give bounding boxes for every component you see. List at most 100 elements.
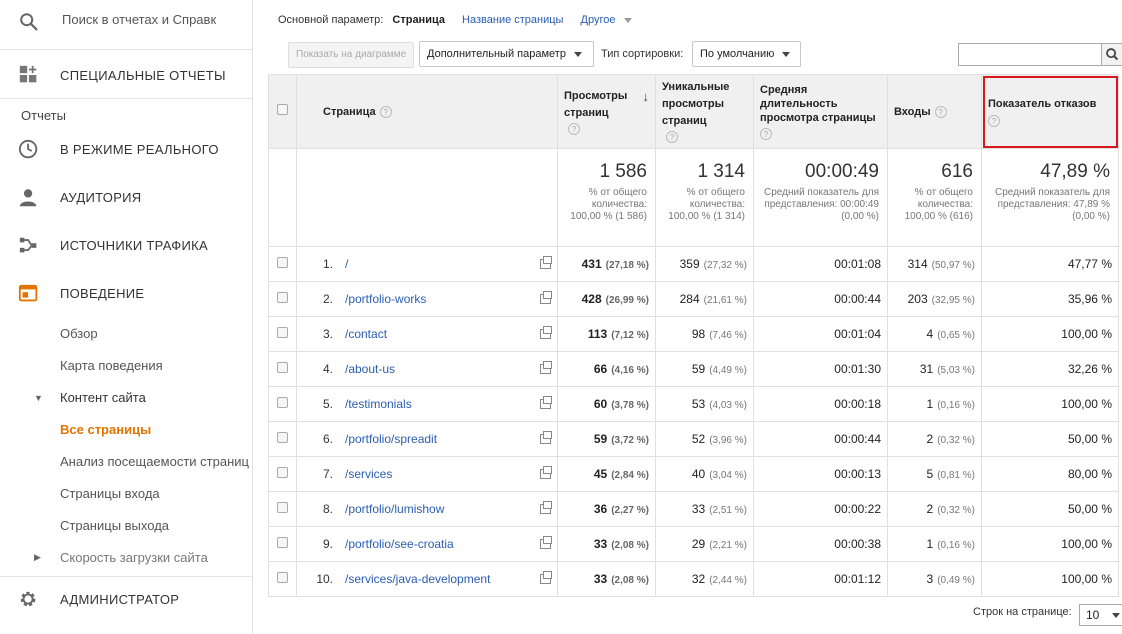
sidebar-sub-behavior-flow[interactable]: Карта поведения [60, 358, 163, 373]
header-avg-time[interactable]: Средняя длительность просмотра страницы? [753, 74, 888, 149]
rows-per-page-label: Строк на странице: [973, 606, 1072, 618]
row-checkbox[interactable] [277, 467, 288, 478]
bounce-value: 32,26 % [1067, 362, 1112, 376]
page-link[interactable]: /services [345, 467, 392, 481]
sidebar-search-input[interactable]: Поиск в отчетах и Справк [62, 12, 248, 27]
open-page-icon[interactable] [540, 431, 552, 444]
page-link[interactable]: /contact [345, 327, 387, 341]
table-search-button[interactable] [1102, 43, 1122, 66]
secondary-dimension-dropdown[interactable]: Дополнительный параметр [419, 41, 594, 67]
open-page-icon[interactable] [540, 571, 552, 584]
row-checkbox[interactable] [277, 397, 288, 408]
sidebar-search[interactable]: Поиск в отчетах и Справк [0, 0, 253, 50]
entrances-cell: 4 (0,65 %) [887, 316, 982, 352]
help-icon[interactable]: ? [988, 114, 1000, 127]
header-avg-time-label: Средняя длительность просмотра страницы [760, 84, 876, 124]
open-page-icon[interactable] [540, 501, 552, 514]
row-select-cell[interactable] [268, 421, 297, 457]
entrances-pct: (0,81 %) [937, 470, 975, 481]
page-link[interactable]: /testimonials [345, 397, 412, 411]
row-checkbox[interactable] [277, 257, 288, 268]
unique-cell: 359 (27,32 %) [655, 246, 754, 282]
row-select-cell[interactable] [268, 316, 297, 352]
help-icon[interactable]: ? [379, 105, 392, 118]
page-link[interactable]: /services/java-development [345, 572, 490, 586]
totals-empty [296, 148, 558, 247]
row-select-cell[interactable] [268, 351, 297, 387]
page-link[interactable]: /about-us [345, 362, 395, 376]
dimension-page-title-link[interactable]: Название страницы [462, 14, 563, 26]
header-unique-pageviews[interactable]: Уникальные просмотры страниц? [655, 74, 754, 149]
sidebar-sub-all-pages[interactable]: Все страницы [60, 422, 151, 437]
row-select-cell[interactable] [268, 281, 297, 317]
sidebar-sub-exit-pages[interactable]: Страницы выхода [60, 518, 169, 533]
open-page-icon[interactable] [540, 291, 552, 304]
sidebar-item-realtime[interactable]: В РЕЖИМЕ РЕАЛЬНОГО [0, 130, 253, 170]
row-checkbox[interactable] [277, 502, 288, 513]
row-select-cell[interactable] [268, 491, 297, 527]
row-select-cell[interactable] [268, 561, 297, 597]
help-icon[interactable]: ? [934, 105, 947, 118]
row-select-cell[interactable] [268, 526, 297, 562]
sidebar-sub-overview[interactable]: Обзор [60, 326, 98, 341]
entrances-pct: (0,32 %) [937, 505, 975, 516]
totals-note: Средний показатель для представления: 47… [995, 187, 1110, 222]
dimension-other-dropdown[interactable]: Другое [581, 14, 639, 26]
table-row: 10./services/java-development 33 (2,08 %) 3… [268, 561, 1119, 597]
row-checkbox[interactable] [277, 292, 288, 303]
entrances-pct: (0,65 %) [937, 330, 975, 341]
page-link[interactable]: /portfolio/spreadit [345, 432, 437, 446]
avg-time-cell: 00:00:44 [753, 281, 888, 317]
sort-type-dropdown[interactable]: По умолчанию [692, 41, 801, 67]
page-link[interactable]: /portfolio/see-croatia [345, 537, 454, 551]
open-page-icon[interactable] [540, 396, 552, 409]
sidebar-sub-landing-pages[interactable]: Страницы входа [60, 486, 160, 501]
entrances-value: 1 [926, 397, 934, 411]
rows-per-page-select[interactable]: 10 [1079, 604, 1122, 626]
header-bounce-rate[interactable]: Показатель отказов? [981, 74, 1119, 149]
plot-rows-button[interactable]: Показать на диаграмме [288, 42, 414, 68]
open-page-icon[interactable] [540, 466, 552, 479]
select-all-cell[interactable] [268, 74, 297, 149]
row-checkbox[interactable] [277, 432, 288, 443]
page-link[interactable]: /portfolio/lumishow [345, 502, 444, 516]
page-cell: 4. /about-us [296, 351, 558, 387]
unique-pct: (2,51 %) [709, 505, 747, 516]
sidebar-item-audience[interactable]: АУДИТОРИЯ [0, 178, 253, 218]
row-checkbox[interactable] [277, 537, 288, 548]
header-page[interactable]: Страница? [296, 74, 558, 149]
open-page-icon[interactable] [540, 326, 552, 339]
sidebar-sub-content-drilldown[interactable]: Анализ посещаемости страниц [60, 454, 252, 469]
open-page-icon[interactable] [540, 536, 552, 549]
select-all-checkbox[interactable] [277, 104, 288, 115]
page-link[interactable]: /portfolio-works [345, 292, 426, 306]
page-link[interactable]: / [345, 257, 348, 271]
sidebar-item-special-reports[interactable]: СПЕЦИАЛЬНЫЕ ОТЧЕТЫ [0, 51, 253, 99]
row-select-cell[interactable] [268, 456, 297, 492]
person-icon [19, 189, 37, 207]
sidebar-item-label: ПОВЕДЕНИЕ [60, 286, 145, 301]
bounce-cell: 50,00 % [981, 421, 1119, 457]
sidebar-sub-site-speed[interactable]: Скорость загрузки сайта [60, 550, 208, 565]
header-pageviews[interactable]: ↓ Просмотры страниц? [557, 74, 656, 149]
row-select-cell[interactable] [268, 386, 297, 422]
sidebar-item-behavior[interactable]: ПОВЕДЕНИЕ [0, 274, 253, 314]
unique-value: 52 [691, 432, 706, 446]
row-select-cell[interactable] [268, 246, 297, 282]
row-checkbox[interactable] [277, 327, 288, 338]
page-cell: 10. /services/java-development [296, 561, 558, 597]
help-icon[interactable]: ? [568, 122, 580, 135]
sidebar-sub-site-content[interactable]: Контент сайта [60, 390, 146, 405]
expanded-arrow-icon: ▼ [34, 393, 43, 403]
open-page-icon[interactable] [540, 361, 552, 374]
header-entrances[interactable]: Входы? [887, 74, 982, 149]
help-icon[interactable]: ? [666, 131, 678, 144]
help-icon[interactable]: ? [760, 128, 772, 140]
entrances-cell: 5 (0,81 %) [887, 456, 982, 492]
row-checkbox[interactable] [277, 572, 288, 583]
open-page-icon[interactable] [540, 256, 552, 269]
sidebar-item-traffic[interactable]: ИСТОЧНИКИ ТРАФИКА [0, 226, 253, 266]
sidebar-item-admin[interactable]: АДМИНИСТРАТОР [0, 576, 253, 622]
table-search-input[interactable] [958, 43, 1102, 66]
row-checkbox[interactable] [277, 362, 288, 373]
